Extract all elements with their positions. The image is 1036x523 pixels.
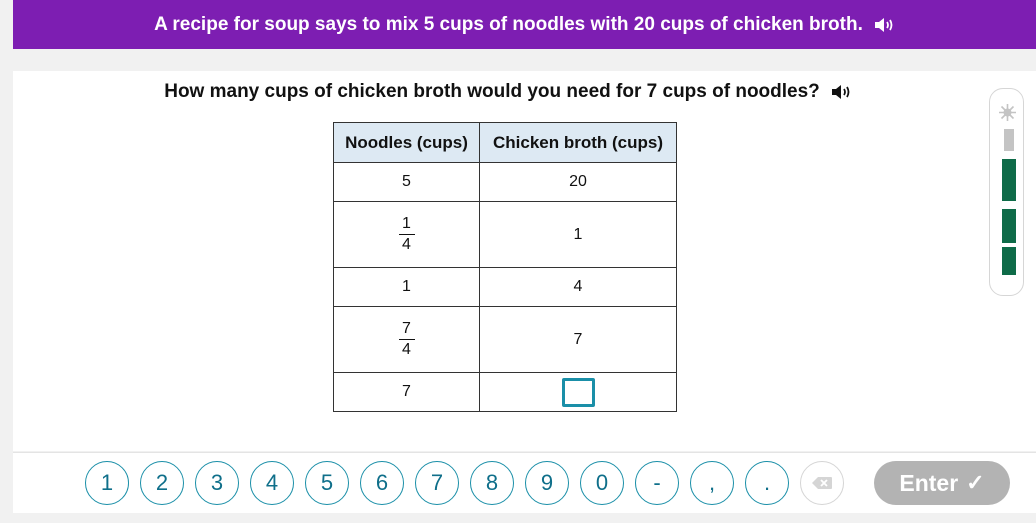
question-text: How many cups of chicken broth would you… [164, 81, 820, 102]
keypad-key[interactable]: 8 [470, 461, 514, 505]
fraction: 1 4 [398, 215, 415, 254]
keypad-key[interactable]: , [690, 461, 734, 505]
keypad-key[interactable]: 9 [525, 461, 569, 505]
keypad-key[interactable]: - [635, 461, 679, 505]
enter-button[interactable]: Enter ✓ [874, 461, 1010, 505]
enter-label: Enter [899, 469, 959, 496]
keypad-key[interactable]: 0 [580, 461, 624, 505]
table-row: 1 4 1 [333, 201, 677, 268]
denominator: 4 [402, 236, 411, 253]
question-card: How many cups of chicken broth would you… [13, 71, 1036, 451]
speaker-icon[interactable] [873, 15, 895, 35]
table-row: 7 4 7 [333, 306, 677, 373]
fraction-bar [398, 339, 415, 340]
question: How many cups of chicken broth would you… [13, 81, 1003, 103]
fraction: 7 4 [398, 320, 415, 359]
keypad-key[interactable]: 6 [360, 461, 404, 505]
broth-cell: 20 [479, 162, 677, 202]
table-header-row: Noodles (cups) Chicken broth (cups) [333, 122, 677, 163]
denominator: 4 [402, 341, 411, 358]
star-icon [998, 103, 1017, 122]
broth-cell [479, 372, 677, 412]
delete-key[interactable] [800, 461, 844, 505]
keypad-key[interactable]: . [745, 461, 789, 505]
table-row: 5 20 [333, 162, 677, 202]
ratio-table: Noodles (cups) Chicken broth (cups) 5 20… [333, 122, 677, 412]
answer-input[interactable] [561, 377, 595, 407]
table-row: 7 [333, 372, 677, 412]
fraction-bar [398, 234, 415, 235]
progress-meter [989, 88, 1024, 296]
keypad-key[interactable]: 7 [415, 461, 459, 505]
noodles-cell: 7 [333, 372, 480, 412]
table-row: 1 4 [333, 267, 677, 307]
numerator: 1 [402, 215, 411, 232]
speaker-icon[interactable] [830, 82, 852, 102]
numerator: 7 [402, 320, 411, 337]
progress-segment-filled [1002, 247, 1016, 275]
column-header-noodles: Noodles (cups) [333, 122, 480, 163]
keypad-key[interactable]: 3 [195, 461, 239, 505]
keypad-key[interactable]: 2 [140, 461, 184, 505]
prompt-text: A recipe for soup says to mix 5 cups of … [154, 13, 863, 35]
noodles-cell: 1 4 [333, 201, 480, 268]
progress-segment-empty [1004, 129, 1014, 151]
progress-segment-filled [1002, 209, 1016, 243]
keypad-key[interactable]: 4 [250, 461, 294, 505]
noodles-cell: 7 4 [333, 306, 480, 373]
noodles-cell: 1 [333, 267, 480, 307]
broth-cell: 4 [479, 267, 677, 307]
checkmark-icon: ✓ [966, 470, 985, 495]
broth-cell: 1 [479, 201, 677, 268]
keypad-key[interactable]: 5 [305, 461, 349, 505]
backspace-icon [811, 470, 833, 496]
prompt-banner: A recipe for soup says to mix 5 cups of … [13, 0, 1036, 49]
progress-segment-filled [1002, 159, 1016, 201]
keypad-key[interactable]: 1 [85, 461, 129, 505]
noodles-cell: 5 [333, 162, 480, 202]
broth-cell: 7 [479, 306, 677, 373]
column-header-broth: Chicken broth (cups) [479, 122, 677, 163]
answer-keypad: 1234567890-,. Enter ✓ [13, 452, 1036, 513]
